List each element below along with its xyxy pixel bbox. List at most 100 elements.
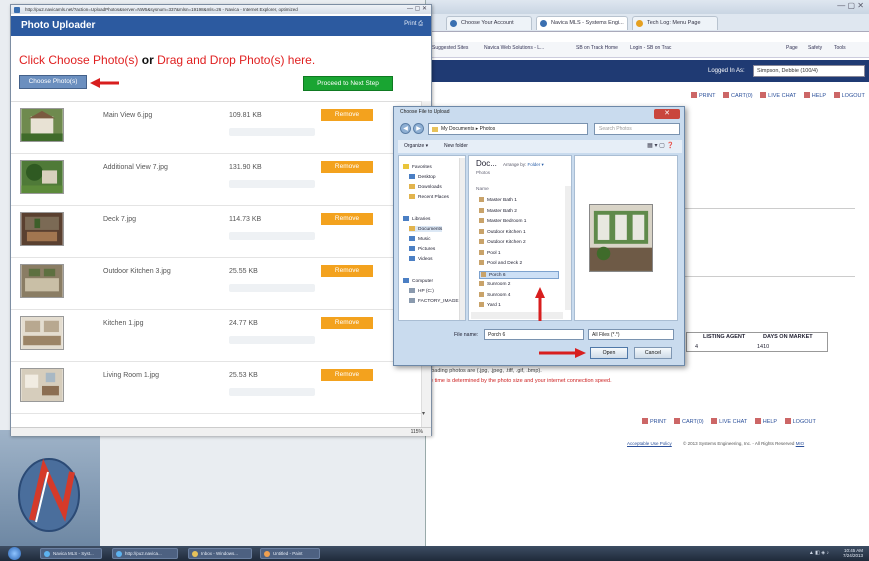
forward-arrow-icon[interactable]: ▶ [413,123,424,134]
file-item-selected[interactable]: Porch 6 [479,270,559,279]
taskbar-clock[interactable]: 10:45 AM 7/24/2013 [843,548,863,558]
nav-item-factory-image[interactable]: FACTORY_IMAGE [409,298,459,304]
taskbar-item[interactable]: http://pu2.navica... [112,548,178,559]
menu-safety[interactable]: Safety [808,45,822,51]
taskbar-item[interactable]: Navica MLS - Syst... [40,548,102,559]
system-tray-icons[interactable]: ▲ ◧ ◈ ♪ [809,550,829,556]
remove-button[interactable]: Remove [321,109,373,121]
file-item[interactable]: Pool and Deck 2 [479,260,522,266]
photo-row: Living Room 1.jpg 25.53 KB Remove [11,362,421,414]
nav-item-recent-places[interactable]: Recent Places [409,194,449,200]
nav-item-computer[interactable]: Computer [403,278,433,284]
red-arrow-icon [90,78,119,88]
file-item[interactable]: Pool 1 [479,249,501,256]
filename-input[interactable]: Porch 6 [484,329,584,340]
file-item[interactable]: Master Bedroom 1 [479,218,526,224]
file-item[interactable]: Outdoor Kitchen 2 [479,239,526,245]
remove-button[interactable]: Remove [321,161,373,173]
drive-icon [409,288,415,293]
file-list-horizontal-scrollbar[interactable] [471,312,563,319]
proceed-next-step-button[interactable]: Proceed to Next Step [303,76,393,91]
favorite-link[interactable]: Suggested Sites [432,45,468,51]
logout-link[interactable]: LOGOUT [833,92,865,99]
organize-menu[interactable]: Organize ▾ [404,143,428,149]
file-item[interactable]: Master Bath 1 [479,197,517,203]
file-item[interactable]: Sunroom 4 [479,291,510,298]
scroll-down-icon[interactable]: ▾ [422,410,425,417]
cancel-button[interactable]: Cancel [634,347,672,359]
file-item[interactable]: Master Bath 2 [479,207,517,214]
print-button[interactable]: Print ⎙ [404,21,423,28]
nav-pane-scrollbar[interactable] [459,158,465,320]
taskbar-item[interactable]: Untitled - Paint [260,548,320,559]
menu-page[interactable]: Page [786,45,798,51]
browser-tab[interactable]: Tech Log: Menu Page [632,16,718,30]
status-bar: 115% [11,427,431,436]
browser-tab[interactable]: Choose Your Account [446,16,532,30]
favorite-link[interactable]: SB on Track Home [576,45,618,51]
back-arrow-icon[interactable]: ◀ [400,123,411,134]
print-link[interactable]: PRINT [642,418,667,425]
column-header-name[interactable]: Name [476,187,489,192]
choose-photos-button[interactable]: Choose Photo(s) [19,75,87,89]
nav-item-desktop[interactable]: Desktop [409,174,436,180]
menu-tools[interactable]: Tools [834,45,846,51]
file-list-vertical-scrollbar[interactable] [565,186,571,310]
taskbar: Navica MLS - Syst... http://pu2.navica..… [0,546,869,561]
chat-icon [760,92,767,98]
remove-button[interactable]: Remove [321,369,373,381]
taskbar-item[interactable]: Inbox - Windows... [188,548,252,559]
file-item[interactable]: Outdoor Kitchen 1 [479,228,526,235]
remove-button[interactable]: Remove [321,213,373,225]
cart-icon [723,92,730,98]
new-folder-button[interactable]: New folder [444,143,468,149]
live-chat-link[interactable]: LIVE CHAT [760,92,796,99]
table-header-days-on-market: DAYS ON MARKET [763,334,813,340]
nav-item-favorites[interactable]: Favorites [403,164,432,170]
logged-in-user-select[interactable]: Simpson, Debbie (100/4) [753,65,865,77]
filetype-select[interactable]: All Files (*.*) [588,329,674,340]
videos-icon [409,256,415,261]
zoom-level[interactable]: 115% [411,429,423,435]
favorite-link[interactable]: Navica Web Solutions - L... [484,45,544,51]
browser-tab-active[interactable]: Navica MLS - Systems Engi... [536,16,628,30]
address-bar[interactable]: My Documents ▸ Photos [428,123,588,135]
logout-link[interactable]: LOGOUT [784,418,816,425]
file-item[interactable]: Yard 1 [479,302,501,308]
photo-filename: Main View 6.jpg [103,112,153,119]
nav-item-drive-c[interactable]: HP (C:) [409,288,434,294]
file-item[interactable]: Sunroom 2 [479,281,510,287]
nav-item-pictures[interactable]: Pictures [409,246,435,252]
start-button[interactable] [8,547,21,560]
footer-link[interactable]: MIO [796,441,805,446]
top-action-links: PRINT CART(0) LIVE CHAT HELP LOGOUT [691,92,869,99]
upload-progress-bar [229,180,315,188]
acceptable-use-link[interactable]: Acceptable Use Policy [627,441,672,446]
search-input[interactable]: Search Photos [594,123,680,135]
nav-item-libraries[interactable]: Libraries [403,216,430,222]
nav-item-downloads[interactable]: Downloads [409,184,442,190]
window-controls[interactable]: — ▢ ✕ [407,5,427,14]
live-chat-link[interactable]: LIVE CHAT [711,418,747,425]
printer-icon: ⎙ [418,21,423,27]
cart-link[interactable]: CART(0) [723,92,753,99]
upload-progress-bar [229,336,315,344]
nav-item-videos[interactable]: Videos [409,256,433,262]
ie-icon [116,551,122,557]
window-controls[interactable]: — ▢ ✕ [837,1,864,10]
nav-item-documents[interactable]: Documents [409,226,443,232]
open-button[interactable]: Open [590,347,628,359]
remove-button[interactable]: Remove [321,265,373,277]
view-options-icon[interactable]: ▦ ▾ ▢ ❓ [647,142,674,149]
arrange-by-menu[interactable]: Arrange by: Folder ▾ [503,162,544,168]
help-link[interactable]: HELP [803,92,826,99]
nav-item-music[interactable]: Music [409,236,431,242]
help-link[interactable]: HELP [754,418,777,425]
close-icon[interactable]: ✕ [654,109,680,119]
print-link[interactable]: PRINT [691,92,716,99]
image-file-icon [481,271,486,277]
favorite-link[interactable]: Login - SB on Trac [630,45,671,51]
cart-link[interactable]: CART(0) [674,418,704,425]
remove-button[interactable]: Remove [321,317,373,329]
upload-progress-bar [229,388,315,396]
